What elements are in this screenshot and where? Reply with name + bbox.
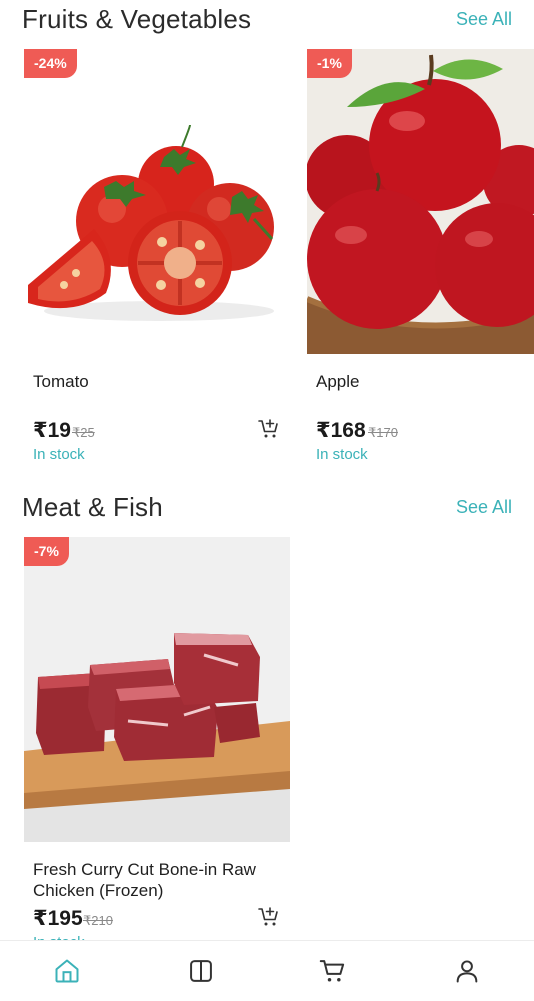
catalog-icon[interactable] — [187, 957, 215, 985]
price-row: ₹19 ₹25 — [33, 417, 281, 445]
home-icon[interactable] — [53, 957, 81, 985]
old-price: ₹25 — [72, 425, 95, 440]
price-row: ₹168 ₹170 — [316, 417, 526, 445]
discount-badge: -24% — [24, 49, 77, 78]
see-all-link[interactable]: See All — [456, 497, 512, 518]
see-all-link[interactable]: See All — [456, 9, 512, 30]
section-title: Meat & Fish — [22, 491, 163, 522]
discount-badge: -1% — [307, 49, 352, 78]
stock-status: In stock — [33, 446, 85, 463]
price: ₹195 — [33, 907, 83, 930]
old-price: ₹170 — [368, 425, 398, 440]
tomato-image — [24, 49, 290, 354]
section-title: Fruits & Vegetables — [22, 3, 252, 34]
cart-icon[interactable] — [319, 957, 347, 985]
product-card-chicken[interactable]: -7% Fresh Curry Cut Bone-in Raw Chicken … — [24, 537, 290, 951]
section-header: Fruits & Vegetables See All — [22, 2, 512, 36]
product-image-tomato[interactable]: -24% — [24, 49, 290, 354]
product-card-tomato[interactable]: -24% Tomato ₹19 ₹25 In stock — [24, 49, 290, 463]
meat-image — [24, 537, 290, 842]
old-price: ₹210 — [83, 913, 113, 928]
price: ₹19 — [33, 419, 71, 442]
profile-icon[interactable] — [453, 957, 481, 985]
product-image-chicken[interactable]: -7% — [24, 537, 290, 842]
bottom-navigation — [0, 940, 534, 1001]
product-image-apple[interactable]: -1% — [307, 49, 534, 354]
price-row: ₹195 ₹210 — [33, 905, 281, 933]
product-name: Tomato — [33, 372, 89, 391]
cart-plus-icon[interactable] — [257, 905, 281, 929]
stock-status: In stock — [316, 446, 368, 463]
apple-image — [307, 49, 534, 354]
product-name: Fresh Curry Cut Bone-in Raw Chicken (Fro… — [33, 860, 256, 900]
price: ₹168 — [316, 419, 366, 442]
product-name: Apple — [316, 372, 360, 391]
discount-badge: -7% — [24, 537, 69, 566]
section-header: Meat & Fish See All — [22, 490, 512, 524]
product-card-apple[interactable]: -1% Apple ₹168 ₹170 In stock — [307, 49, 534, 463]
cart-plus-icon[interactable] — [257, 417, 281, 441]
